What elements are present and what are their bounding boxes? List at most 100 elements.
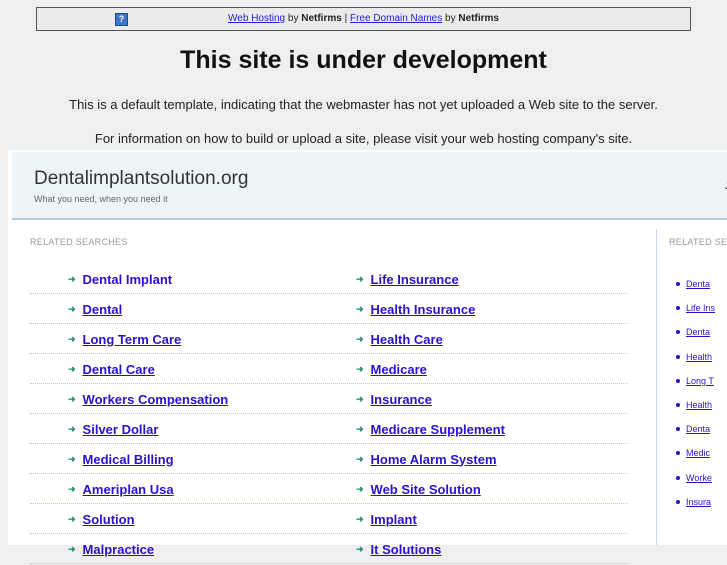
site-tagline: What you need, when you need it bbox=[34, 194, 168, 204]
related-search-link[interactable]: Home Alarm System bbox=[371, 452, 497, 467]
bullet-icon bbox=[676, 378, 680, 383]
list-item: Denta bbox=[676, 272, 727, 296]
intro-text: This is a default template, indicating t… bbox=[69, 97, 658, 112]
arrow-icon: ➜ bbox=[356, 423, 364, 434]
list-item: Life Ins bbox=[676, 296, 727, 320]
bullet-icon bbox=[676, 354, 680, 359]
related-search-link[interactable]: Workers Compensation bbox=[83, 392, 229, 407]
arrow-icon: ➜ bbox=[356, 543, 364, 554]
related-search-link[interactable]: Malpractice bbox=[83, 542, 155, 557]
related-search-link[interactable]: Solution bbox=[83, 512, 135, 527]
site-name: Dentalimplantsolution.org bbox=[34, 168, 249, 189]
list-item: ➜ Solution bbox=[30, 505, 356, 533]
related-search-link[interactable]: Medical Billing bbox=[83, 452, 174, 467]
list-item: Denta bbox=[676, 320, 727, 344]
related-search-link[interactable]: Long Term Care bbox=[83, 332, 182, 347]
table-row: ➜ Ameriplan Usa ➜ Web Site Solution bbox=[30, 475, 628, 504]
sidebar-search-link[interactable]: Denta bbox=[686, 279, 710, 289]
arrow-icon: ➜ bbox=[68, 303, 76, 314]
related-search-link[interactable]: Ameriplan Usa bbox=[83, 482, 174, 497]
parked-site: Dentalimplantsolution.org What you need,… bbox=[8, 150, 727, 564]
bullet-icon bbox=[676, 427, 680, 432]
page-title: This site is under development bbox=[180, 46, 547, 74]
column-divider bbox=[656, 229, 657, 545]
sidebar-search-link[interactable]: Denta bbox=[686, 424, 710, 434]
table-row: ➜ Dental Implant ➜ Life Insurance bbox=[30, 265, 628, 294]
list-item: ➜ Dental Care bbox=[30, 355, 356, 383]
related-search-link[interactable]: Medicare bbox=[371, 362, 427, 377]
by-text: by bbox=[287, 13, 299, 24]
related-searches-label: RELATED SEARCHES bbox=[30, 237, 128, 247]
list-item: Denta bbox=[676, 417, 727, 441]
list-item: ➜ Implant bbox=[356, 505, 628, 533]
sidebar-related-label: RELATED SEA bbox=[669, 237, 727, 247]
related-search-link[interactable]: Dental Care bbox=[83, 362, 155, 377]
list-item: ➜ Silver Dollar bbox=[30, 415, 356, 443]
hosting-banner: ? Web Hosting by Netfirms | Free Domain … bbox=[36, 7, 691, 31]
bullet-icon bbox=[676, 403, 680, 408]
related-search-link[interactable]: Dental Implant bbox=[83, 272, 173, 287]
web-hosting-link[interactable]: Web Hosting bbox=[228, 13, 285, 24]
list-item: ➜ Medical Billing bbox=[30, 445, 356, 473]
related-search-link[interactable]: Life Insurance bbox=[371, 272, 459, 287]
list-item: ➜ Web Site Solution bbox=[356, 475, 628, 503]
related-search-link[interactable]: It Solutions bbox=[371, 542, 442, 557]
sidebar-search-link[interactable]: Insura bbox=[686, 497, 711, 507]
list-item: Health bbox=[676, 393, 727, 417]
list-item: ➜ Home Alarm System bbox=[356, 445, 628, 473]
arrow-icon: ➜ bbox=[356, 513, 364, 524]
arrow-icon: ➜ bbox=[356, 363, 364, 374]
arrow-icon: ➜ bbox=[68, 363, 76, 374]
list-item: Worke bbox=[676, 466, 727, 490]
sidebar-search-link[interactable]: Long T bbox=[686, 376, 714, 386]
list-item: ➜ Medicare Supplement bbox=[356, 415, 628, 443]
related-search-link[interactable]: Web Site Solution bbox=[371, 482, 481, 497]
sidebar-search-link[interactable]: Worke bbox=[686, 473, 712, 483]
question-icon[interactable]: ? bbox=[115, 13, 128, 26]
related-search-link[interactable]: Dental bbox=[83, 302, 123, 317]
arrow-icon: ➜ bbox=[356, 453, 364, 464]
sidebar-search-link[interactable]: Denta bbox=[686, 327, 710, 337]
table-row: ➜ Malpractice ➜ It Solutions bbox=[30, 535, 628, 564]
bullet-icon bbox=[676, 330, 680, 335]
sidebar-search-link[interactable]: Health bbox=[686, 352, 712, 362]
related-search-link[interactable]: Silver Dollar bbox=[83, 422, 159, 437]
related-search-link[interactable]: Insurance bbox=[371, 392, 432, 407]
arrow-icon: ➜ bbox=[68, 393, 76, 404]
table-row: ➜ Solution ➜ Implant bbox=[30, 505, 628, 534]
related-search-link[interactable]: Implant bbox=[371, 512, 417, 527]
bullet-icon bbox=[676, 282, 680, 287]
list-item: ➜ Workers Compensation bbox=[30, 385, 356, 413]
related-search-link[interactable]: Health Care bbox=[371, 332, 443, 347]
sidebar-search-link[interactable]: Health bbox=[686, 400, 712, 410]
related-search-link[interactable]: Medicare Supplement bbox=[371, 422, 505, 437]
sidebar-search-link[interactable]: Life Ins bbox=[686, 303, 715, 313]
by-text: by bbox=[445, 13, 456, 24]
arrow-icon: ➜ bbox=[68, 273, 76, 284]
arrow-icon: ➜ bbox=[68, 543, 76, 554]
info-text: For information on how to build or uploa… bbox=[94, 131, 633, 146]
arrow-icon: ➜ bbox=[68, 483, 76, 494]
list-item: ➜ Dental Implant bbox=[30, 265, 356, 293]
table-row: ➜ Medical Billing ➜ Home Alarm System bbox=[30, 445, 628, 474]
related-search-link[interactable]: Health Insurance bbox=[371, 302, 476, 317]
arrow-icon: ➜ bbox=[68, 513, 76, 524]
list-item: ➜ Life Insurance bbox=[356, 265, 628, 293]
arrow-icon: ➜ bbox=[356, 333, 364, 344]
list-item: Health bbox=[676, 345, 727, 369]
list-item: ➜ Medicare bbox=[356, 355, 628, 383]
sidebar-search-link[interactable]: Medic bbox=[686, 448, 710, 458]
sidebar-related-list: Denta Life Ins Denta Health Long T Health Dent… bbox=[676, 272, 727, 514]
free-domain-names-link[interactable]: Free Domain Names bbox=[350, 13, 442, 24]
table-row: ➜ Long Term Care ➜ Health Care bbox=[30, 325, 628, 354]
bullet-icon bbox=[676, 306, 680, 311]
table-row: ➜ Dental ➜ Health Insurance bbox=[30, 295, 628, 324]
site-header: Dentalimplantsolution.org What you need,… bbox=[12, 152, 727, 220]
arrow-icon: ➜ bbox=[356, 393, 364, 404]
list-item: ➜ Long Term Care bbox=[30, 325, 356, 353]
arrow-icon: ➜ bbox=[356, 483, 364, 494]
bullet-icon bbox=[676, 499, 680, 504]
list-item: ➜ Dental bbox=[30, 295, 356, 323]
list-item: Insura bbox=[676, 490, 727, 514]
related-searches-grid: ➜ Dental Implant ➜ Life Insurance ➜ Dental ➜ He… bbox=[30, 265, 628, 565]
